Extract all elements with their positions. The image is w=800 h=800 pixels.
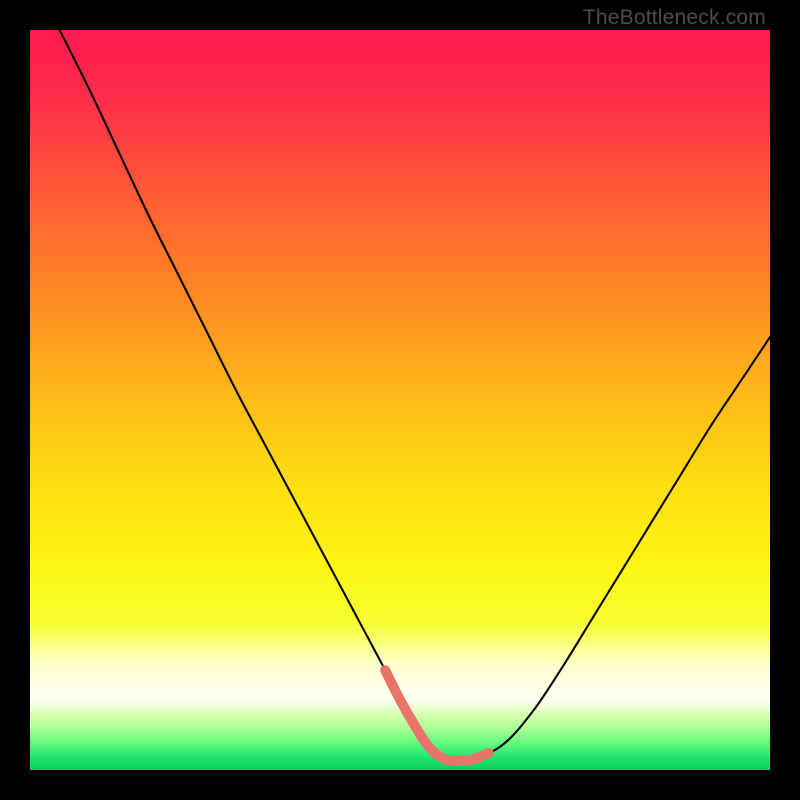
plot-area bbox=[30, 30, 770, 770]
valley-highlight bbox=[385, 670, 489, 761]
bottleneck-curve bbox=[60, 30, 770, 761]
chart-frame: TheBottleneck.com bbox=[0, 0, 800, 800]
watermark-text: TheBottleneck.com bbox=[583, 6, 766, 30]
curve-layer bbox=[30, 30, 770, 770]
